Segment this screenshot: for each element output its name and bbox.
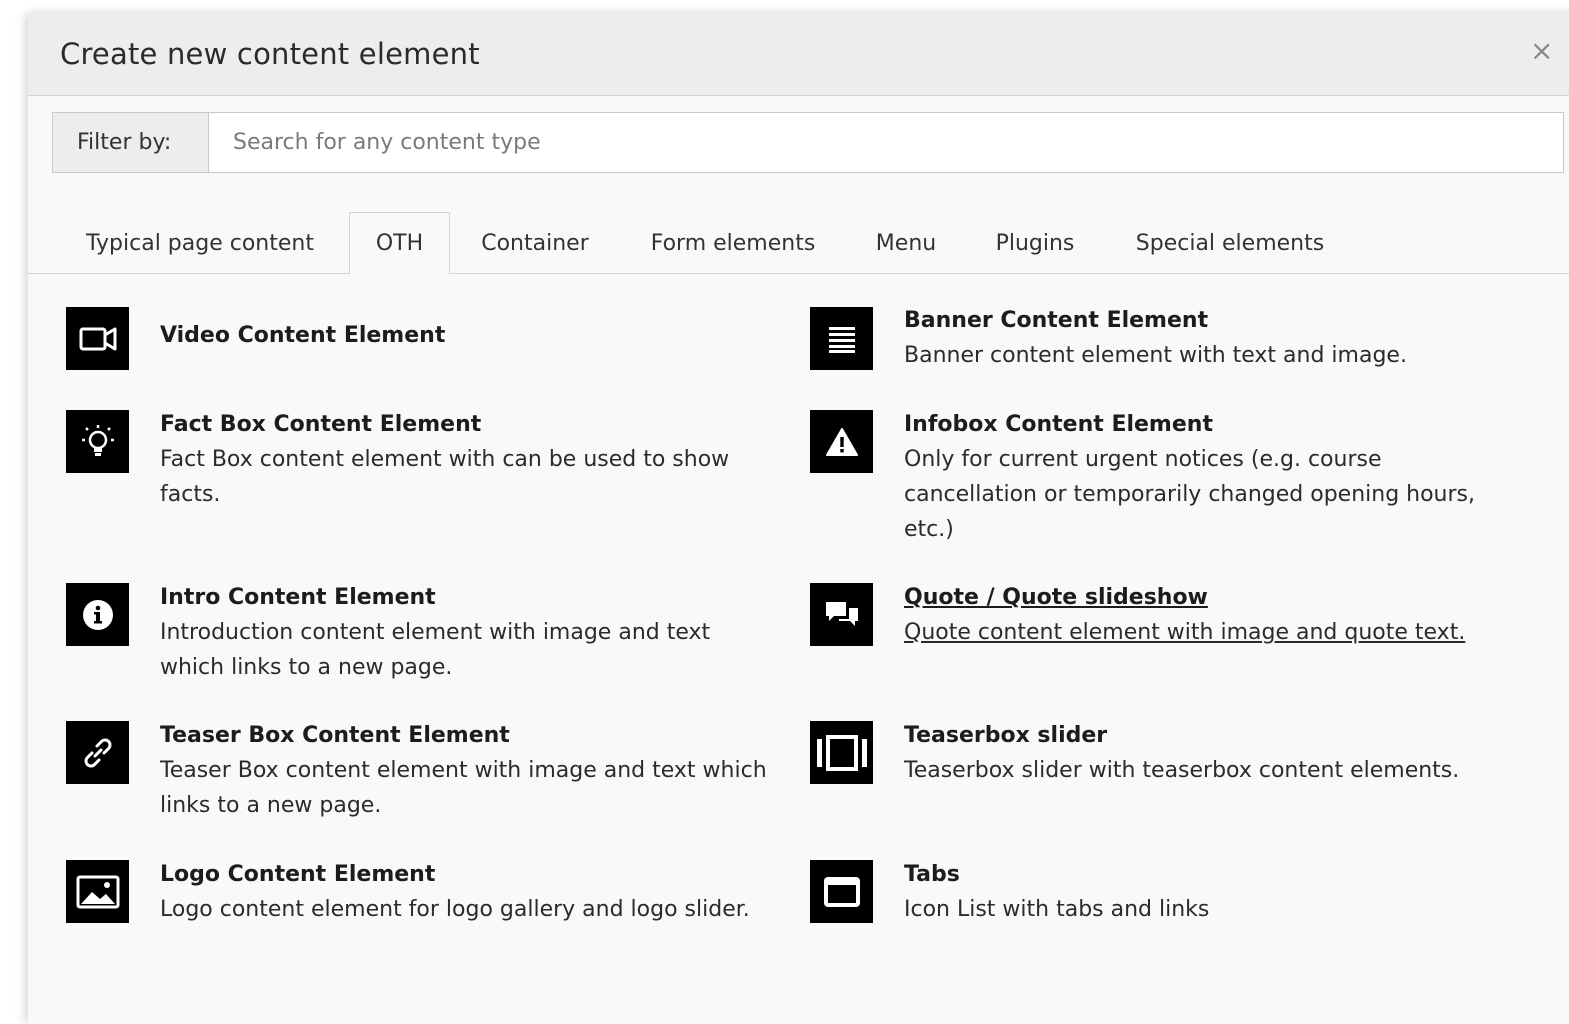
element-description: Teaser Box content element with image an…: [160, 758, 767, 818]
modal-header: Create new content element ×: [28, 14, 1569, 96]
element-description: Fact Box content element with can be use…: [160, 447, 730, 507]
element-title: Quote / Quote slideshow: [904, 585, 1208, 610]
element-quote[interactable]: Quote / Quote slideshow Quote content el…: [810, 583, 1530, 650]
tab-form-elements[interactable]: Form elements: [624, 212, 842, 274]
filter-bar: Filter by:: [52, 112, 1564, 173]
warning-icon: [810, 410, 873, 473]
element-title: Fact Box Content Element: [160, 412, 482, 437]
element-description: Logo content element for logo gallery an…: [160, 897, 750, 922]
link-icon: [66, 721, 129, 784]
element-video[interactable]: Video Content Element: [66, 307, 766, 370]
element-intro[interactable]: Intro Content Element Introduction conte…: [66, 583, 786, 685]
category-tabs: Typical page content OTH Container Form …: [28, 212, 1569, 275]
element-title: Video Content Element: [160, 323, 446, 348]
element-title: Intro Content Element: [160, 585, 436, 610]
element-tabs[interactable]: Tabs Icon List with tabs and links: [810, 860, 1530, 927]
element-title: Tabs: [904, 862, 960, 887]
tab-container[interactable]: Container: [456, 212, 614, 274]
element-description: Banner content element with text and ima…: [904, 343, 1407, 368]
video-icon: [66, 307, 129, 370]
tab-menu[interactable]: Menu: [854, 212, 958, 274]
modal-title: Create new content element: [60, 37, 480, 71]
element-fact-box[interactable]: Fact Box Content Element Fact Box conten…: [66, 410, 786, 512]
element-logo[interactable]: Logo Content Element Logo content elemen…: [66, 860, 806, 927]
lightbulb-icon: [66, 410, 129, 473]
element-title: Teaser Box Content Element: [160, 723, 510, 748]
element-teaser-box[interactable]: Teaser Box Content Element Teaser Box co…: [66, 721, 786, 823]
element-title: Logo Content Element: [160, 862, 436, 887]
element-description: Quote content element with image and quo…: [904, 620, 1466, 645]
element-description: Only for current urgent notices (e.g. co…: [904, 447, 1476, 542]
new-content-element-modal: Create new content element × Filter by: …: [28, 14, 1569, 1024]
search-input[interactable]: [209, 113, 1563, 172]
tab-plugins[interactable]: Plugins: [972, 212, 1098, 274]
tab-oth[interactable]: OTH: [349, 212, 450, 275]
slider-icon: [810, 721, 873, 784]
info-icon: [66, 583, 129, 646]
close-button[interactable]: ×: [1530, 36, 1553, 66]
comments-icon: [810, 583, 873, 646]
tab-special-elements[interactable]: Special elements: [1110, 212, 1350, 274]
window-icon: [810, 860, 873, 923]
image-icon: [66, 860, 129, 923]
element-teaserbox-slider[interactable]: Teaserbox slider Teaserbox slider with t…: [810, 721, 1530, 788]
element-description: Teaserbox slider with teaserbox content …: [904, 758, 1460, 783]
element-title: Banner Content Element: [904, 308, 1209, 333]
element-description: Icon List with tabs and links: [904, 897, 1210, 922]
filter-label: Filter by:: [53, 113, 209, 172]
element-banner[interactable]: Banner Content Element Banner content el…: [810, 307, 1530, 373]
tab-typical-page-content[interactable]: Typical page content: [56, 212, 344, 274]
element-description: Introduction content element with image …: [160, 620, 711, 680]
element-infobox[interactable]: Infobox Content Element Only for current…: [810, 410, 1530, 547]
element-title: Infobox Content Element: [904, 412, 1213, 437]
element-title: Teaserbox slider: [904, 723, 1108, 748]
list-icon: [810, 307, 873, 370]
